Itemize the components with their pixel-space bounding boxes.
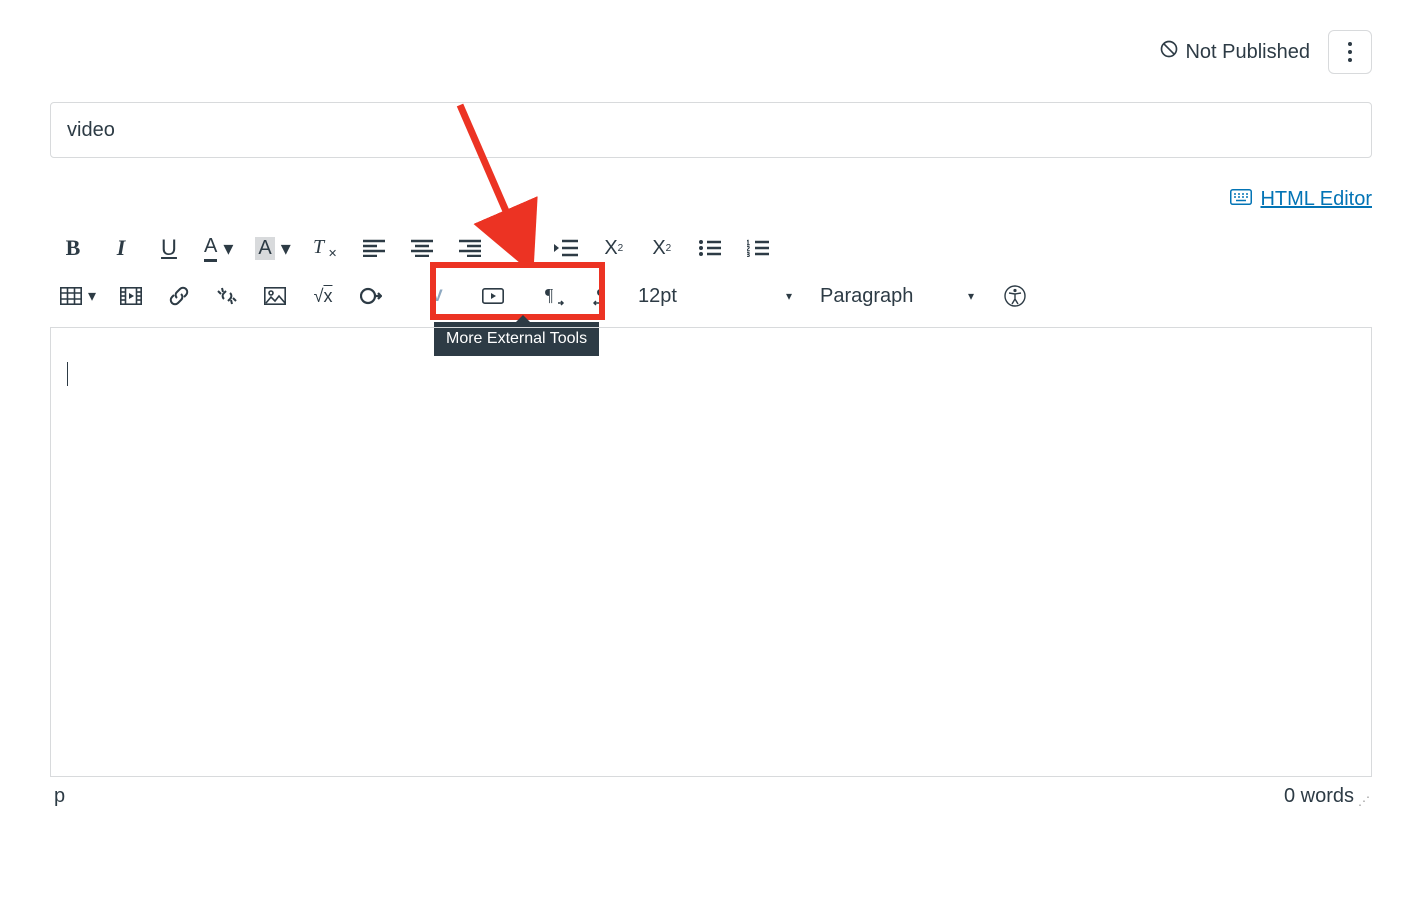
ltr-button[interactable]: ¶ <box>542 283 568 309</box>
svg-text:✕: ✕ <box>328 248 337 259</box>
number-list-button[interactable]: 123 <box>745 235 771 261</box>
svg-text:¶: ¶ <box>545 286 553 305</box>
clear-format-button[interactable]: T✕ <box>313 235 339 261</box>
bold-button[interactable]: B <box>60 235 86 261</box>
svg-text:T: T <box>313 237 326 258</box>
html-editor-row: HTML Editor <box>50 188 1372 211</box>
editor-status-bar: p 0 words ⋰ <box>50 777 1372 808</box>
svg-text:¶: ¶ <box>597 286 605 305</box>
link-button[interactable] <box>166 283 192 309</box>
align-right-button[interactable] <box>457 235 483 261</box>
page-header: Not Published <box>50 30 1372 74</box>
bullet-list-button[interactable] <box>697 235 723 261</box>
unlink-button[interactable] <box>214 283 240 309</box>
indent-button[interactable] <box>553 235 579 261</box>
rce-toolbar: B I U A▾ A▾ T✕ X2 X2 123 <box>50 225 1372 319</box>
element-path[interactable]: p <box>54 785 65 808</box>
v-icon: V <box>431 286 442 306</box>
insert-link-external-button[interactable] <box>358 283 384 309</box>
resize-handle-icon[interactable]: ⋰ <box>1358 794 1368 808</box>
page-title-input[interactable] <box>50 102 1372 158</box>
italic-button[interactable]: I <box>108 235 134 261</box>
svg-text:3: 3 <box>747 252 750 257</box>
bg-color-button[interactable]: A▾ <box>255 235 290 261</box>
font-size-select[interactable]: 12pt <box>638 285 798 307</box>
html-editor-link-label: HTML Editor <box>1260 188 1372 211</box>
html-editor-link[interactable]: HTML Editor <box>1230 188 1372 211</box>
paragraph-format-select[interactable]: Paragraph <box>820 285 980 307</box>
insert-media-button[interactable] <box>118 283 144 309</box>
text-color-button[interactable]: A▾ <box>204 235 233 261</box>
align-center-button[interactable] <box>409 235 435 261</box>
editor-content-area[interactable] <box>50 327 1372 777</box>
prohibit-icon <box>1159 39 1179 65</box>
keyboard-icon <box>1230 188 1252 211</box>
subscript-button[interactable]: X2 <box>649 235 675 261</box>
publish-status: Not Published <box>1159 39 1310 65</box>
outdent-button[interactable] <box>505 235 531 261</box>
image-button[interactable] <box>262 283 288 309</box>
align-left-button[interactable] <box>361 235 387 261</box>
underline-button[interactable]: U <box>156 235 182 261</box>
rtl-button[interactable]: ¶ <box>590 283 616 309</box>
table-button[interactable]: ▾ <box>60 283 96 309</box>
equation-button[interactable]: √x <box>310 283 336 309</box>
word-count: 0 words <box>1284 785 1354 808</box>
superscript-button[interactable]: X2 <box>601 235 627 261</box>
more-options-button[interactable] <box>1328 30 1372 74</box>
publish-status-label: Not Published <box>1185 41 1310 64</box>
more-external-tools-dropdown[interactable]: V <box>424 283 450 309</box>
external-video-button[interactable] <box>480 283 506 309</box>
kebab-icon <box>1348 40 1352 64</box>
text-cursor <box>67 362 68 386</box>
accessibility-checker-button[interactable] <box>1002 283 1028 309</box>
